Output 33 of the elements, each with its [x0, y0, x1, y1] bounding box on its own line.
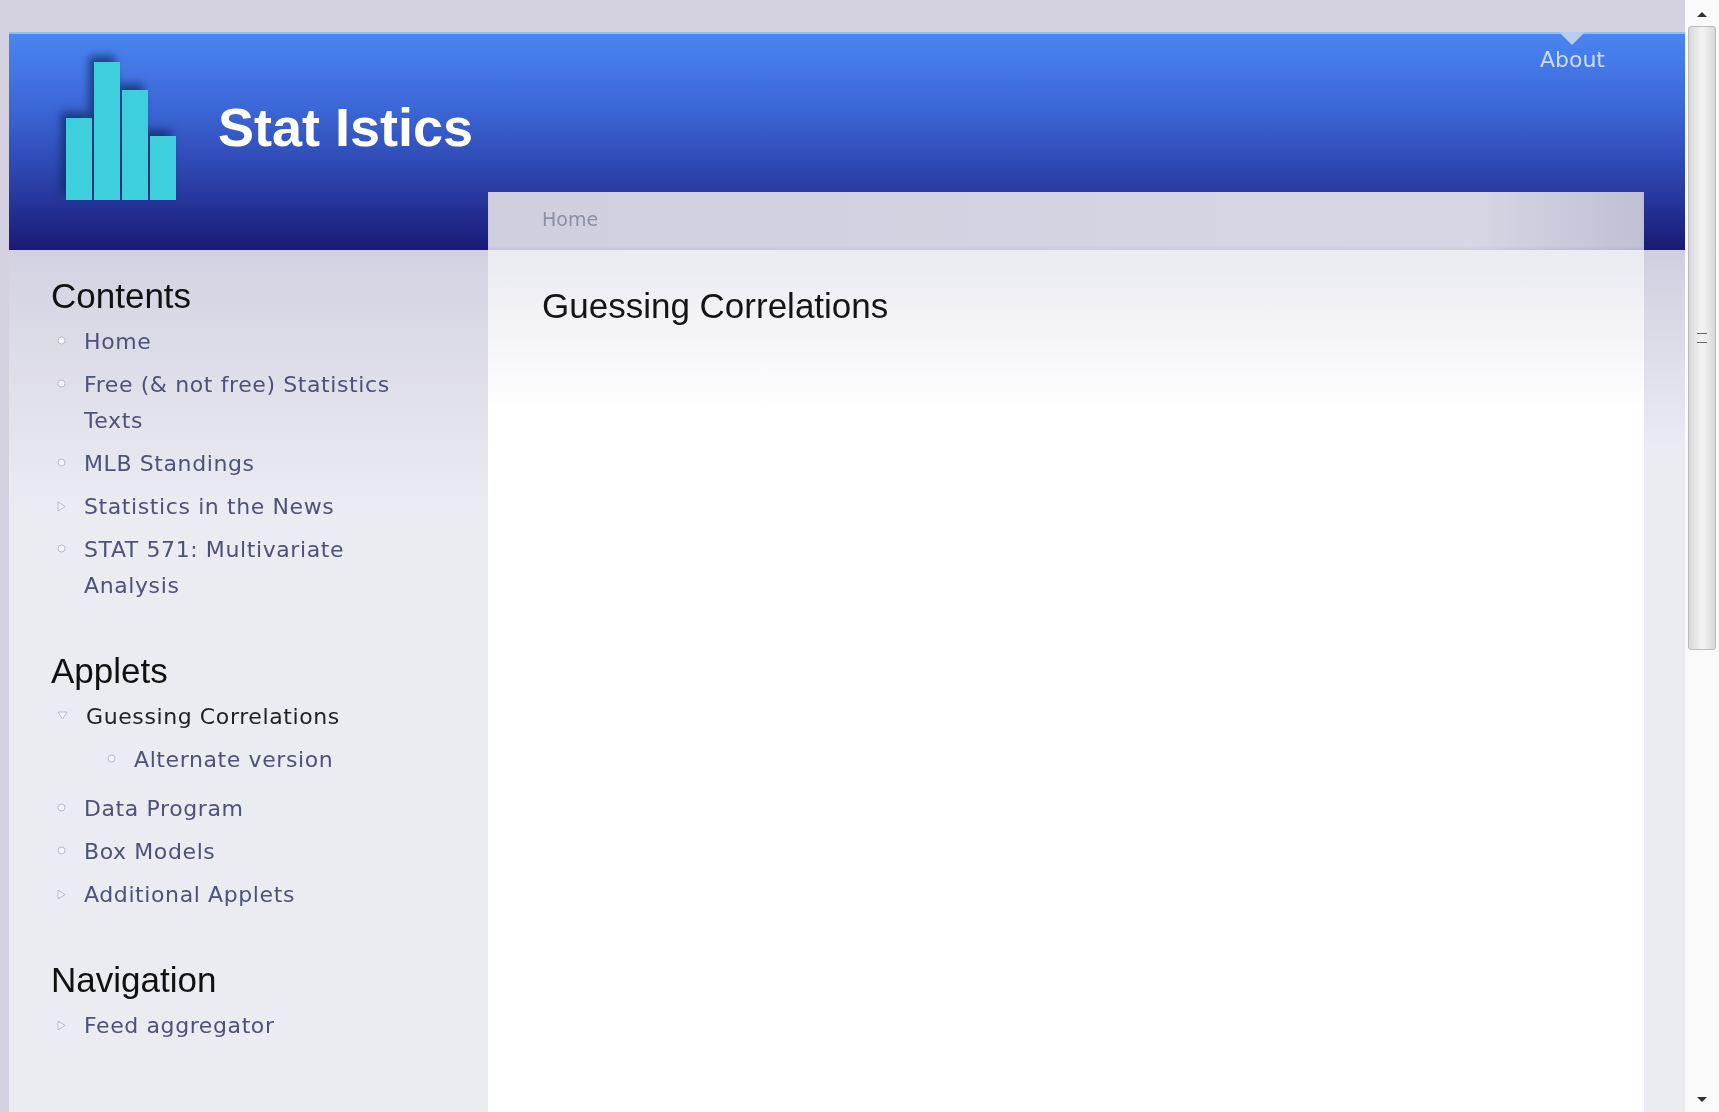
circle-bullet-icon — [107, 754, 116, 763]
right-triangle-icon — [57, 1020, 66, 1031]
right-triangle-icon — [57, 889, 66, 900]
sidebar-link[interactable]: Home — [84, 324, 152, 360]
section-heading: Applets — [51, 651, 169, 691]
circle-bullet-icon — [57, 336, 66, 345]
right-triangle-icon — [57, 501, 66, 512]
circle-bullet-icon — [57, 846, 66, 855]
scrollbar[interactable] — [1685, 0, 1719, 1112]
down-pointer-icon — [1559, 32, 1586, 45]
sidebar-link[interactable]: Additional Applets — [84, 877, 295, 913]
circle-bullet-icon — [57, 379, 66, 388]
sidebar-link[interactable]: Statistics in the News — [84, 489, 335, 525]
section-heading: Contents — [51, 276, 193, 316]
circle-bullet-icon — [57, 803, 66, 812]
scroll-down-icon[interactable] — [1696, 1096, 1708, 1104]
scroll-up-icon[interactable] — [1696, 10, 1708, 18]
down-triangle-icon — [57, 711, 68, 720]
section-heading: Navigation — [51, 960, 218, 1000]
sidebar-link[interactable]: Box Models — [84, 834, 216, 870]
grip-icon — [1697, 333, 1707, 343]
sidebar-link[interactable]: Free (& not free) Statistics Texts — [84, 367, 429, 439]
page-title: Guessing Correlations — [542, 286, 890, 326]
sidebar-link[interactable]: Feed aggregator — [84, 1008, 275, 1044]
circle-bullet-icon — [57, 458, 66, 467]
sidebar-link[interactable]: Alternate version — [134, 742, 334, 778]
sidebar-link[interactable]: STAT 571: Multivariate Analysis — [84, 532, 429, 604]
site-title: Stat Istics — [218, 96, 474, 158]
sidebar-link[interactable]: Data Program — [84, 791, 244, 827]
scroll-thumb[interactable] — [1688, 26, 1716, 650]
sidebar-link[interactable]: MLB Standings — [84, 446, 255, 482]
sidebar-link[interactable]: Guessing Correlations — [86, 699, 340, 735]
circle-bullet-icon — [57, 544, 66, 553]
